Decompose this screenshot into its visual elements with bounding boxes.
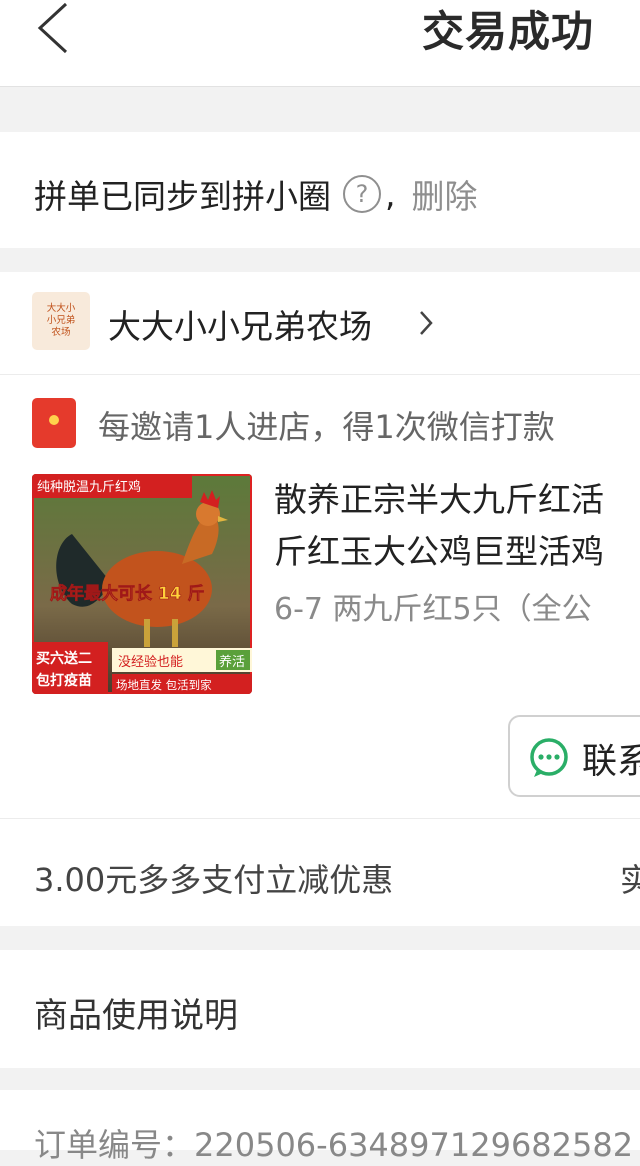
image-middle-text: 成年最大可长 14 斤 bbox=[50, 583, 205, 604]
order-number-section: 订单编号：220506-634897129682582 bbox=[0, 1090, 640, 1164]
product-title-line1: 散养正宗半大九斤红活 bbox=[274, 480, 604, 519]
store-name[interactable]: 大大小小兄弟农场 bbox=[108, 300, 372, 348]
product-title-line2: 斤红玉大公鸡巨型活鸡 bbox=[274, 532, 604, 571]
sync-text: 拼单已同步到拼小圈 bbox=[34, 177, 331, 216]
paid-amount-label: 实 bbox=[620, 861, 640, 899]
instructions-label: 商品使用说明 bbox=[34, 996, 238, 1036]
discount-row: 3.00元多多支付立减优惠 实 bbox=[0, 818, 640, 926]
store-logo: 大大小 小兄弟 农场 bbox=[32, 292, 90, 350]
image-badge-left1: 买六送二 bbox=[36, 650, 92, 667]
page-title: 交易成功 bbox=[421, 7, 594, 56]
promo-text: 每邀请1人进店，得1次微信打款 bbox=[98, 408, 555, 446]
image-badge-left2: 包打疫苗 bbox=[36, 672, 92, 689]
sync-comma: , bbox=[385, 174, 396, 214]
product-title[interactable]: 散养正宗半大九斤红活 斤红玉大公鸡巨型活鸡 bbox=[274, 474, 640, 578]
order-number[interactable]: 订单编号：220506-634897129682582 bbox=[34, 1120, 633, 1166]
wechat-chat-icon bbox=[530, 738, 568, 777]
chevron-right-icon bbox=[420, 311, 433, 335]
image-top-text: 纯种脱温九斤红鸡 bbox=[37, 479, 141, 495]
product-instructions[interactable]: 商品使用说明 bbox=[0, 950, 640, 1068]
contact-label: 联系 bbox=[582, 742, 640, 782]
red-packet-icon bbox=[32, 398, 76, 448]
question-circle-icon[interactable]: ? bbox=[343, 175, 381, 213]
image-badge-right2: 场地直发 包活到家 bbox=[116, 678, 212, 692]
image-badge-right1b: 养活 bbox=[219, 654, 245, 670]
back-arrow-icon bbox=[37, 2, 68, 54]
discount-text: 3.00元多多支付立减优惠 bbox=[34, 861, 394, 899]
delete-link[interactable]: 删除 bbox=[412, 170, 478, 218]
order-card: 大大小 小兄弟 农场 大大小小兄弟农场 每邀请1人进店，得1次微信打款 纯种脱温… bbox=[0, 272, 640, 926]
image-badge-right1a: 没经验也能 bbox=[118, 654, 183, 670]
top-bar: 交易成功 bbox=[0, 0, 640, 87]
product-spec: 6-7 两九斤红5只（全公 bbox=[274, 592, 592, 627]
back-button[interactable] bbox=[32, 0, 88, 60]
contact-seller-button[interactable]: 联系 bbox=[508, 715, 640, 797]
product-image[interactable]: 纯种脱温九斤红鸡 成年最大可长 14 斤 买六送二 包打疫苗 没经验也能 养活 … bbox=[32, 474, 252, 694]
store-row[interactable]: 大大小 小兄弟 农场 大大小小兄弟农场 bbox=[0, 272, 640, 375]
sync-notice: 拼单已同步到拼小圈 ? , 删除 bbox=[0, 132, 640, 248]
